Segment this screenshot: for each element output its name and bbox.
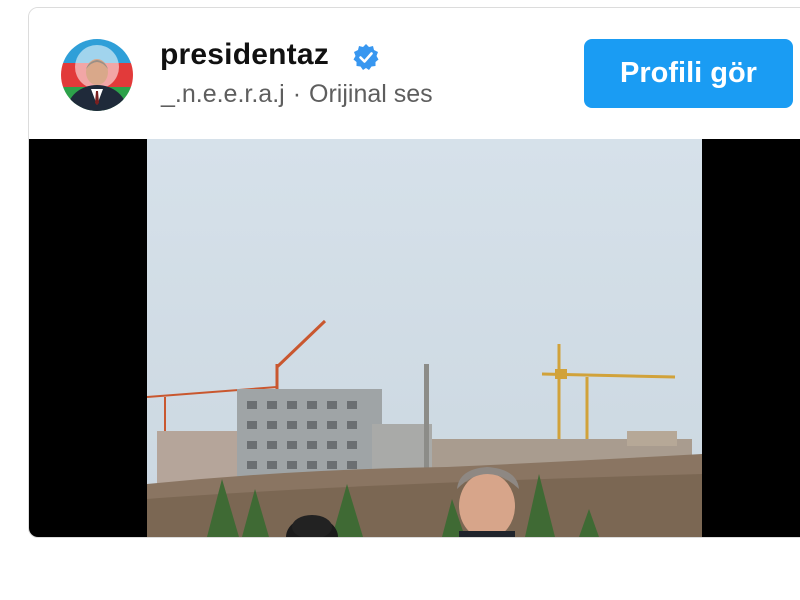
audio-user[interactable]: _.n.e.e.r.a.j — [161, 80, 285, 108]
video-frame — [147, 139, 702, 537]
post-header: presidentaz _.n.e.e.r.a.j · Orijinal ses P… — [29, 8, 800, 139]
video-player[interactable] — [29, 139, 800, 537]
post-embed-card: presidentaz _.n.e.e.r.a.j · Orijinal ses P… — [28, 7, 800, 538]
verified-badge-icon — [353, 44, 379, 70]
separator: · — [292, 80, 302, 108]
username[interactable]: presidentaz — [160, 38, 329, 72]
audio-label[interactable]: Orijinal ses — [309, 80, 433, 108]
audio-info: _.n.e.e.r.a.j · Orijinal ses — [161, 80, 433, 109]
view-profile-button[interactable]: Profili gör — [584, 39, 793, 108]
profile-avatar[interactable] — [61, 39, 133, 111]
